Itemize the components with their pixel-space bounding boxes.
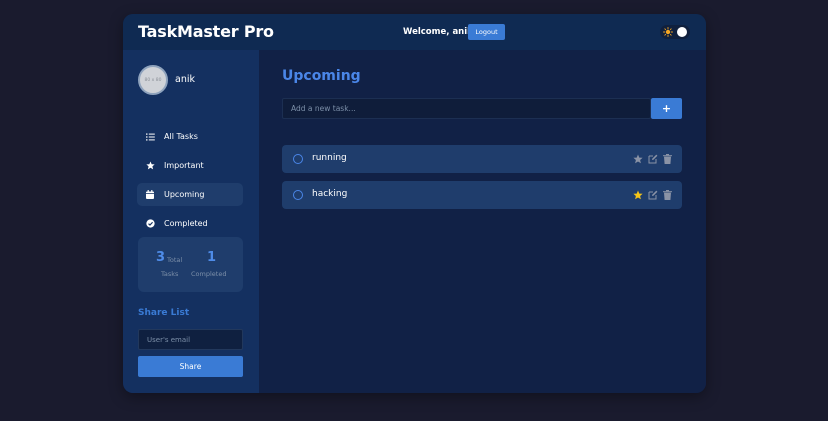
edit-icon[interactable]: [647, 190, 658, 201]
sidebar-item-important[interactable]: Important: [137, 154, 243, 177]
add-task-button[interactable]: +: [651, 98, 682, 119]
task-actions: [632, 189, 673, 201]
sidebar: 80 x 80 anik All Tasks Important Upcomin…: [123, 50, 259, 393]
sidebar-item-label: Completed: [164, 219, 208, 228]
header: TaskMaster Pro Welcome, anik Logout: [123, 14, 706, 50]
task-checkbox[interactable]: [293, 154, 303, 164]
sun-icon: [663, 27, 673, 37]
avatar: 80 x 80: [138, 65, 168, 95]
star-icon: [137, 161, 159, 170]
trash-icon[interactable]: [662, 190, 673, 201]
star-icon[interactable]: [632, 154, 643, 165]
list-icon: [137, 133, 159, 141]
task-text: running: [312, 153, 347, 163]
star-icon[interactable]: [632, 190, 643, 201]
logout-button[interactable]: Logout: [468, 24, 505, 40]
sidebar-item-label: Important: [164, 161, 204, 170]
avatar-placeholder-text: 80 x 80: [144, 77, 162, 83]
username: anik: [175, 74, 195, 85]
share-email-input[interactable]: [138, 329, 243, 350]
toggle-knob: [677, 27, 687, 37]
edit-icon[interactable]: [647, 154, 658, 165]
task-checkbox[interactable]: [293, 190, 303, 200]
total-tasks-count: 3: [156, 250, 166, 265]
share-button[interactable]: Share: [138, 356, 243, 377]
calendar-icon: [137, 190, 159, 199]
app-window: TaskMaster Pro Welcome, anik Logout 80 x…: [123, 14, 706, 393]
sidebar-item-all-tasks[interactable]: All Tasks: [137, 125, 243, 148]
sidebar-item-label: Upcoming: [164, 190, 205, 199]
task-item: running: [282, 145, 682, 173]
total-tasks-label-2: Tasks: [161, 270, 179, 278]
completed-count: 1: [207, 250, 217, 265]
sidebar-item-upcoming[interactable]: Upcoming: [137, 183, 243, 206]
page-title: Upcoming: [282, 68, 361, 84]
task-text: hacking: [312, 189, 348, 199]
completed-label: Completed: [191, 270, 227, 278]
stats-card: 3 Total Tasks 1 Completed: [138, 237, 243, 292]
main-content: Upcoming + running hacking: [259, 50, 706, 393]
new-task-input[interactable]: [282, 98, 651, 119]
task-item: hacking: [282, 181, 682, 209]
theme-toggle[interactable]: [660, 25, 690, 39]
total-tasks-label: Total: [167, 256, 183, 264]
sidebar-item-completed[interactable]: Completed: [137, 212, 243, 235]
welcome-text: Welcome, anik: [403, 27, 473, 37]
sidebar-item-label: All Tasks: [164, 132, 198, 141]
share-list-title: Share List: [138, 308, 190, 318]
task-actions: [632, 153, 673, 165]
trash-icon[interactable]: [662, 154, 673, 165]
app-title: TaskMaster Pro: [138, 22, 274, 41]
check-circle-icon: [137, 219, 159, 228]
